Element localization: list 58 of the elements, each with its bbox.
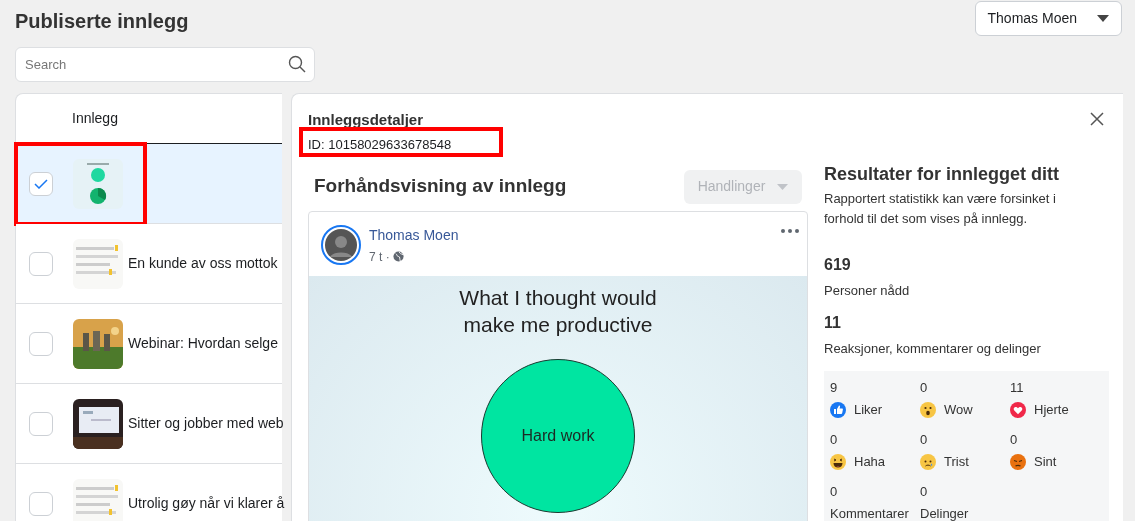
details-title: Innleggsdetaljer [308, 110, 424, 130]
slide-title: What I thought would make me productive [458, 284, 658, 338]
caret-icon [1097, 15, 1109, 22]
reaction-count: 0 [920, 378, 929, 397]
preview-heading: Forhåndsvisning av innlegg [314, 174, 567, 199]
row-checkbox[interactable] [29, 491, 53, 516]
results-note: Rapportert statistikk kan være forsinket i forhold til det som vises på innlegg. [824, 189, 1057, 228]
row-checkbox[interactable] [29, 411, 53, 436]
reaction-label: Delinger [920, 505, 969, 521]
reaction-count: 11 [1010, 378, 1025, 397]
post-row[interactable]: En kunde av oss mottok [16, 224, 282, 304]
reaction-label: Trist [944, 453, 969, 471]
search-field[interactable]: Search [15, 47, 315, 82]
reaction-count: 9 [830, 378, 839, 397]
laughing-face-icon [830, 453, 846, 470]
column-header: Innlegg [72, 109, 118, 128]
post-title: Webinar: Hvordan selge [128, 334, 278, 353]
author-name[interactable]: Thomas Moen [369, 224, 459, 246]
surprised-face-icon [920, 401, 936, 418]
caret-icon [777, 183, 789, 190]
reaction-label: Liker [854, 401, 883, 419]
more-icon[interactable] [781, 228, 799, 233]
post-row[interactable] [16, 144, 282, 224]
reaction-count: 0 [920, 430, 929, 449]
post-id: ID: 10158029633678548 [308, 135, 452, 154]
results-heading: Resultater for innlegget ditt [824, 162, 1060, 186]
check-icon [34, 178, 48, 189]
reaction-label: Haha [854, 453, 886, 471]
reaction-count: 0 [830, 482, 839, 501]
avatar [321, 224, 361, 265]
search-icon [288, 55, 306, 73]
post-title: Utrolig gøy når vi klarer å [128, 494, 285, 513]
account-dropdown[interactable]: Thomas Moen [974, 1, 1122, 36]
reaction-label: Hjerte [1034, 401, 1069, 419]
circle-label: Hard work [521, 425, 595, 446]
reaction-label: Kommentarer [830, 505, 909, 521]
metric-value: 619 [824, 254, 852, 275]
reaction-count: 0 [1010, 430, 1019, 449]
post-title: Sitter og jobber med web [128, 414, 284, 433]
crying-face-icon [920, 453, 936, 470]
metric-label: Personer nådd [824, 281, 911, 300]
globe-icon [392, 251, 404, 262]
metric-value: 11 [824, 313, 842, 333]
reaction-label: Sint [1034, 453, 1057, 471]
row-checkbox[interactable] [29, 331, 53, 356]
page-title: Publiserte innlegg [15, 9, 189, 34]
angry-face-icon [1010, 453, 1026, 470]
thumbs-up-icon [830, 401, 846, 418]
post-time: 7 t · [369, 248, 390, 266]
actions-button: Handlinger [684, 169, 802, 204]
close-icon[interactable] [1090, 112, 1104, 126]
reaction-label: Wow [944, 401, 973, 419]
row-checkbox[interactable] [29, 251, 53, 276]
reaction-count: 0 [830, 430, 839, 449]
reaction-count: 0 [920, 482, 929, 501]
post-title: En kunde av oss mottok [128, 254, 278, 273]
metric-label: Reaksjoner, kommentarer og delinger [824, 340, 1042, 358]
row-checkbox[interactable] [29, 171, 53, 196]
